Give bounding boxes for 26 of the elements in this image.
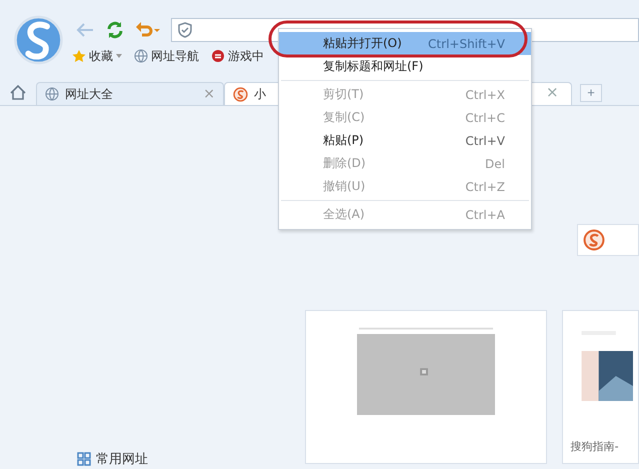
- game-icon: [211, 49, 225, 63]
- new-tab-button[interactable]: +: [580, 84, 602, 102]
- refresh-icon[interactable]: [105, 20, 125, 40]
- bookmark[interactable]: 游戏中: [211, 48, 264, 64]
- sogou-icon: [583, 229, 605, 251]
- undo-icon[interactable]: [135, 21, 161, 39]
- menu-item[interactable]: 粘贴并打开(O) Ctrl+Shift+V: [279, 32, 531, 55]
- home-icon[interactable]: [10, 85, 26, 100]
- bookmark[interactable]: 网址导航: [134, 48, 199, 64]
- globe-icon: [134, 49, 148, 63]
- site-thumbnail[interactable]: [305, 310, 547, 464]
- shield-icon: [178, 22, 192, 38]
- caret-icon: [116, 54, 122, 58]
- globe-icon: [45, 87, 59, 101]
- grid-icon: [77, 452, 91, 466]
- site-thumbnail[interactable]: 搜狗指南-: [562, 310, 639, 464]
- tab[interactable]: 网址大全 ×: [36, 82, 224, 105]
- thumbnail-caption: 搜狗指南-: [570, 439, 619, 454]
- menu-item[interactable]: 复制标题和网址(F): [279, 55, 531, 78]
- menu-item[interactable]: 粘贴(P) Ctrl+V: [279, 129, 531, 152]
- frequent-sites-link[interactable]: 常用网址: [77, 450, 148, 468]
- sogou-icon: [233, 86, 248, 102]
- site-tile[interactable]: [577, 224, 639, 256]
- star-icon: [72, 49, 86, 63]
- bookmark[interactable]: 收藏: [72, 48, 122, 64]
- back-icon[interactable]: [75, 22, 95, 38]
